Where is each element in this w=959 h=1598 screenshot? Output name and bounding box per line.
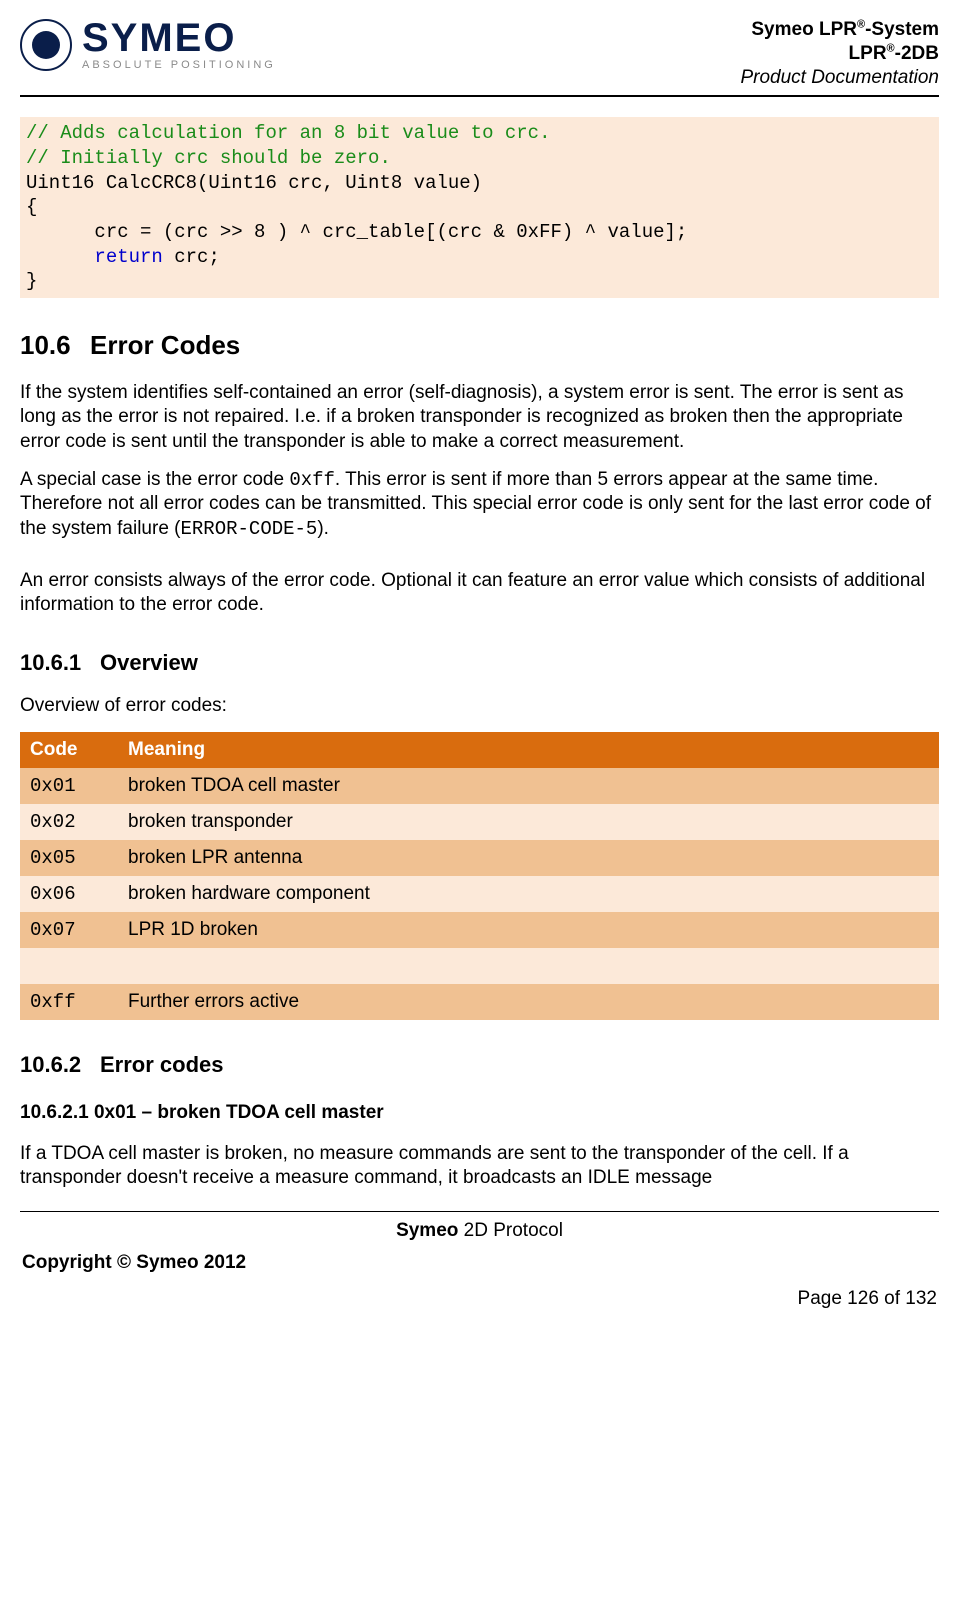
symeo-logo-icon [20, 19, 72, 71]
error-codes-table: Code Meaning 0x01 broken TDOA cell maste… [20, 732, 939, 1020]
footer-page-number: Page 126 of 132 [20, 1282, 939, 1328]
table-row: 0x01 broken TDOA cell master [20, 768, 939, 804]
section-10-6-2-heading: 10.6.2Error codes [20, 1052, 939, 1078]
table-row: 0xff Further errors active [20, 984, 939, 1020]
para-10-6-2-1: If a TDOA cell master is broken, no meas… [20, 1142, 939, 1191]
overview-intro: Overview of error codes: [20, 694, 939, 718]
col-meaning: Meaning [118, 732, 939, 768]
page-header: SYMEO ABSOLUTE POSITIONING Symeo LPR®-Sy… [20, 18, 939, 89]
footer-copyright: Copyright © Symeo 2012 [22, 1252, 246, 1274]
col-code: Code [20, 732, 118, 768]
logo: SYMEO ABSOLUTE POSITIONING [20, 18, 276, 71]
table-row [20, 948, 939, 984]
section-10-6-1-heading: 10.6.1Overview [20, 650, 939, 676]
logo-subtitle: ABSOLUTE POSITIONING [82, 60, 276, 71]
para-intro-1: If the system identifies self-contained … [20, 381, 939, 454]
doc-title-block: Symeo LPR®-System LPR®-2DB Product Docum… [740, 18, 939, 89]
header-rule [20, 95, 939, 97]
table-row: 0x05 broken LPR antenna [20, 840, 939, 876]
para-intro-3: An error consists always of the error co… [20, 569, 939, 618]
section-10-6-heading: 10.6Error Codes [20, 330, 939, 361]
table-row: 0x02 broken transponder [20, 804, 939, 840]
footer-center: Symeo 2D Protocol [20, 1220, 939, 1242]
table-row: 0x06 broken hardware component [20, 876, 939, 912]
code-block-crc: // Adds calculation for an 8 bit value t… [20, 117, 939, 298]
table-header-row: Code Meaning [20, 732, 939, 768]
table-row: 0x07 LPR 1D broken [20, 912, 939, 948]
section-10-6-2-1-heading: 10.6.2.1 0x01 – broken TDOA cell master [20, 1102, 939, 1124]
footer-rule [20, 1211, 939, 1212]
logo-word: SYMEO [82, 18, 276, 58]
para-intro-2: A special case is the error code 0xff. T… [20, 468, 939, 541]
